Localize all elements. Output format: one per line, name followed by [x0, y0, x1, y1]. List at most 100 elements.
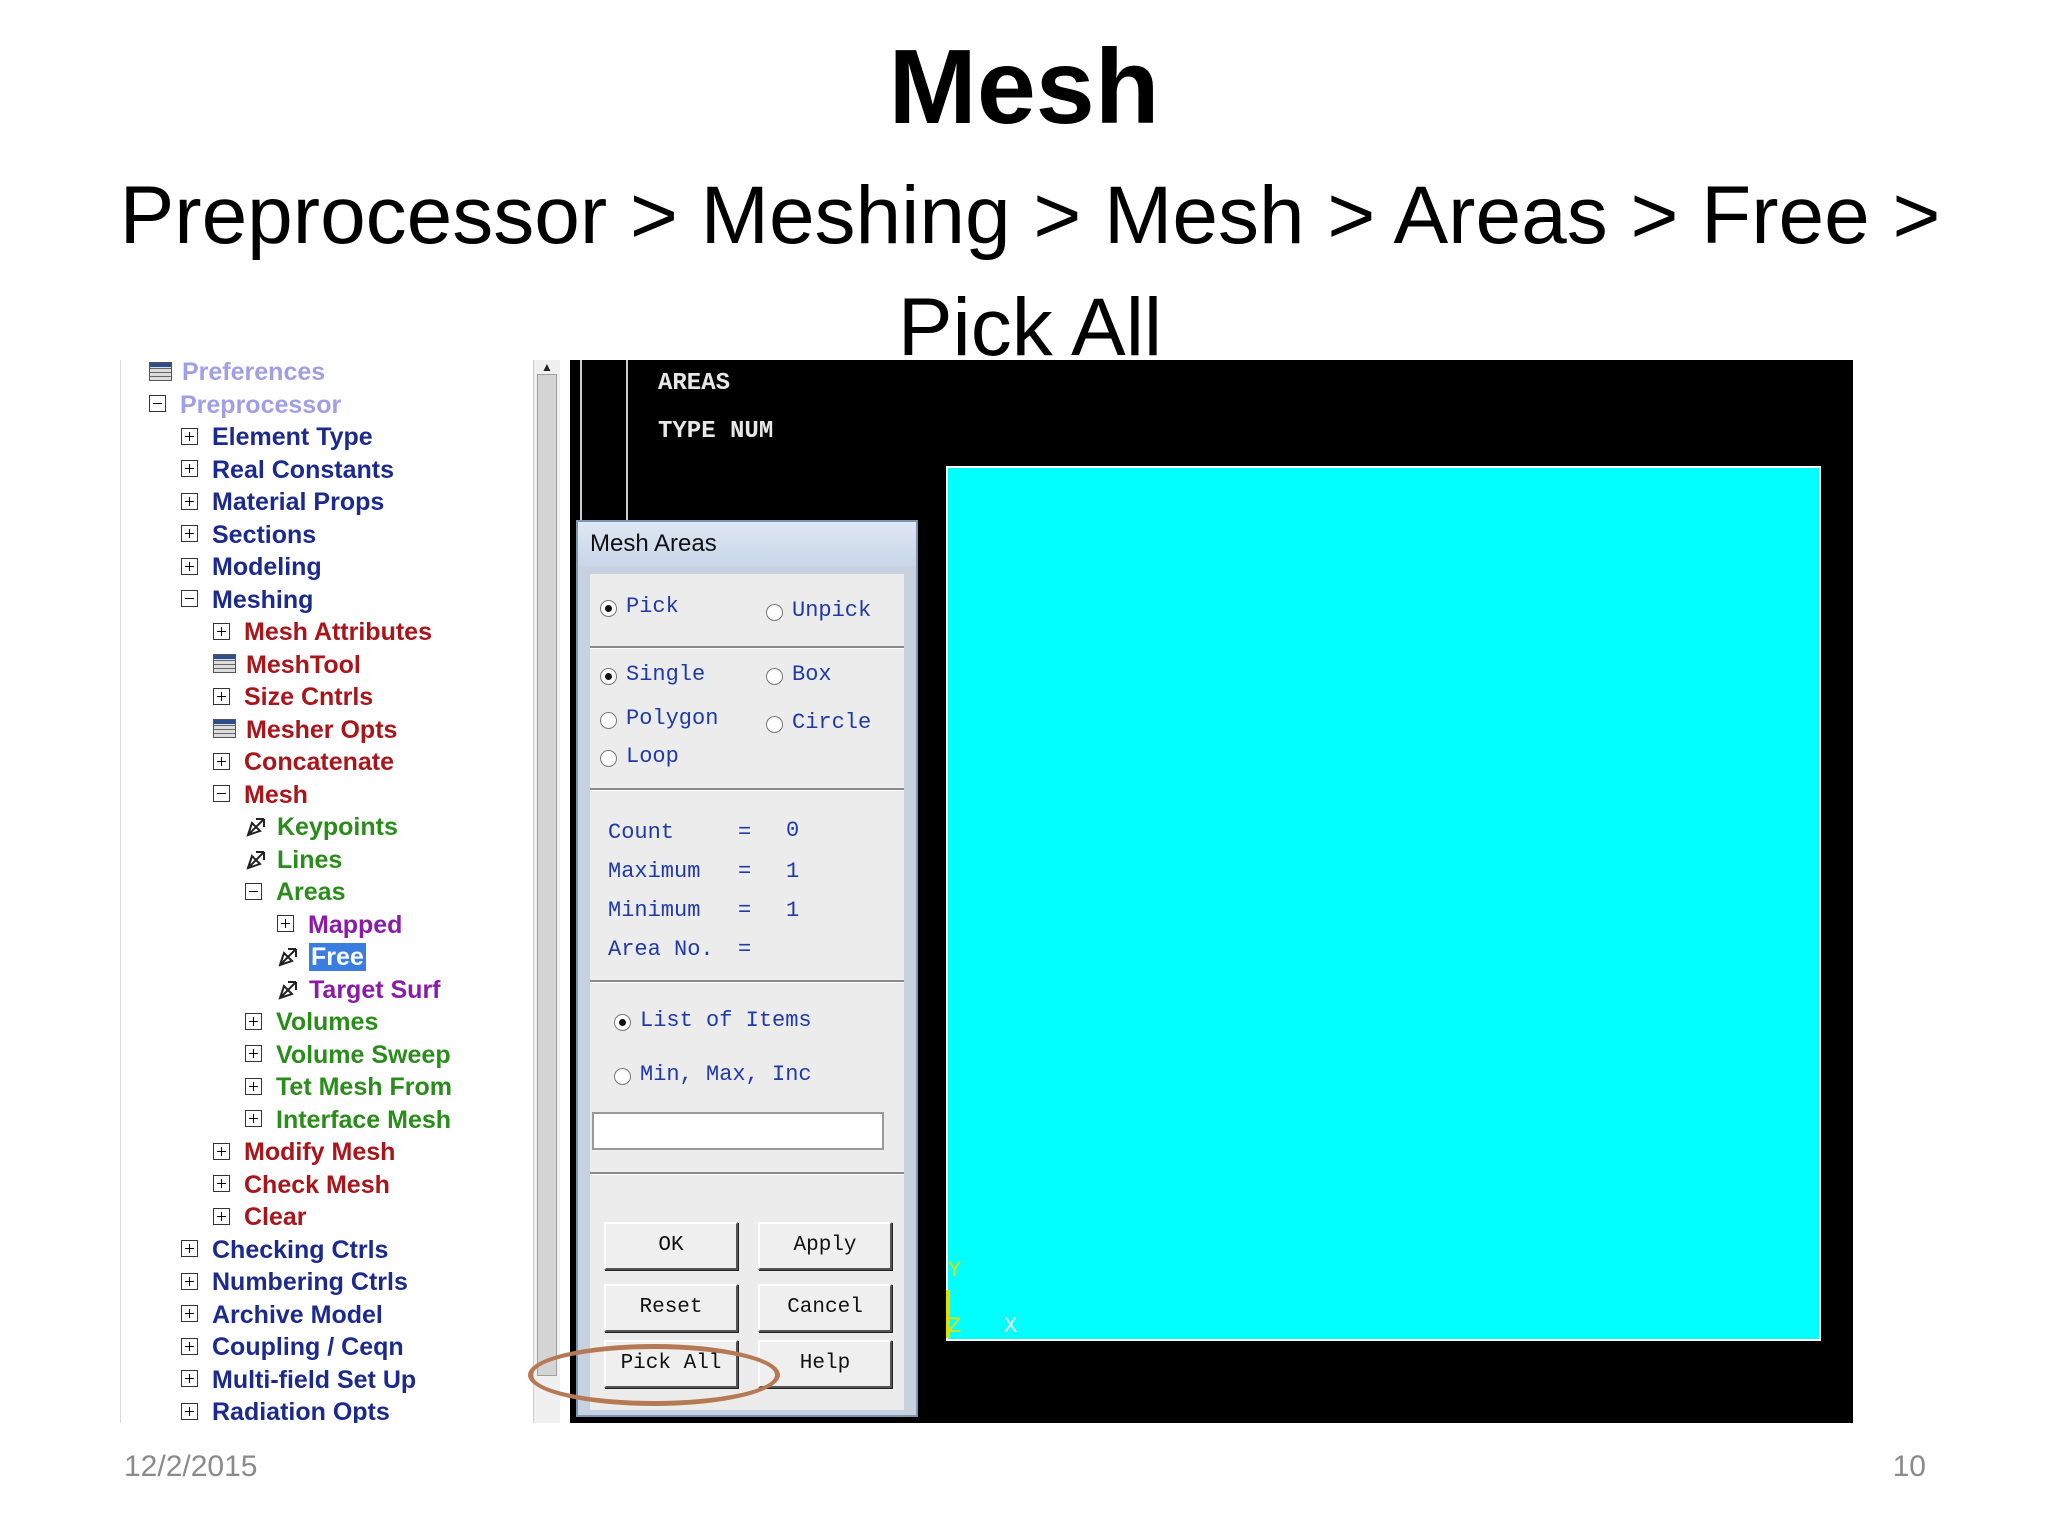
- tree-item[interactable]: MeshTool: [213, 649, 361, 681]
- area-plot[interactable]: [946, 466, 1821, 1341]
- tree-item[interactable]: Volumes: [245, 1006, 378, 1038]
- unpick-label[interactable]: Unpick: [792, 598, 871, 623]
- plus-box-icon[interactable]: [181, 1402, 198, 1420]
- ok-button[interactable]: OK: [604, 1222, 738, 1270]
- single-label[interactable]: Single: [626, 662, 705, 687]
- polygon-label[interactable]: Polygon: [626, 706, 718, 731]
- min-max-inc-label[interactable]: Min, Max, Inc: [640, 1062, 812, 1087]
- tree-item[interactable]: Modeling: [181, 551, 322, 583]
- tree-item[interactable]: Free: [277, 941, 366, 973]
- plus-box-icon[interactable]: [181, 1240, 198, 1258]
- plus-box-icon[interactable]: [213, 1175, 230, 1193]
- scrollbar-thumb[interactable]: [537, 374, 557, 1376]
- tree-item[interactable]: Target Surf: [277, 974, 441, 1006]
- circle-radio[interactable]: [766, 716, 783, 733]
- plus-box-icon[interactable]: [181, 525, 198, 543]
- tree-item[interactable]: Lines: [245, 844, 342, 876]
- plus-box-icon[interactable]: [181, 492, 198, 510]
- tool-icon[interactable]: [213, 654, 236, 674]
- tree-item[interactable]: Archive Model: [181, 1299, 383, 1331]
- apply-button[interactable]: Apply: [758, 1222, 892, 1270]
- tree-item[interactable]: Interface Mesh: [245, 1104, 451, 1136]
- pick-label[interactable]: Pick: [626, 594, 679, 619]
- box-radio[interactable]: [766, 668, 783, 685]
- plus-box-icon[interactable]: [245, 1045, 262, 1063]
- reset-button[interactable]: Reset: [604, 1284, 738, 1332]
- tree-item[interactable]: Clear: [213, 1201, 307, 1233]
- plus-box-icon[interactable]: [245, 1110, 262, 1128]
- minus-box-icon[interactable]: [245, 882, 262, 900]
- tree-item[interactable]: Check Mesh: [213, 1169, 390, 1201]
- minus-box-icon[interactable]: [213, 785, 230, 803]
- help-button[interactable]: Help: [758, 1340, 892, 1388]
- tree-item[interactable]: Material Props: [181, 486, 384, 518]
- pick-arrow-icon[interactable]: [277, 977, 301, 1001]
- pick-arrow-icon[interactable]: [245, 814, 269, 838]
- pick-arrow-icon[interactable]: [277, 944, 301, 968]
- box-label[interactable]: Box: [792, 662, 832, 687]
- loop-radio[interactable]: [600, 750, 617, 767]
- plus-box-icon[interactable]: [213, 687, 230, 705]
- tree-item[interactable]: Preprocessor: [149, 389, 341, 421]
- tree-item[interactable]: Preferences: [149, 360, 325, 388]
- plus-box-icon[interactable]: [181, 557, 198, 575]
- tree-item[interactable]: Meshing: [181, 584, 313, 616]
- tree-item[interactable]: Radiation Opts: [181, 1396, 390, 1423]
- graphics-window-edge: [580, 360, 628, 520]
- cancel-button[interactable]: Cancel: [758, 1284, 892, 1332]
- plus-box-icon[interactable]: [213, 1142, 230, 1160]
- tree-item-label: Material Props: [212, 488, 385, 516]
- tree-item[interactable]: Sections: [181, 519, 316, 551]
- pick-radio[interactable]: [600, 600, 617, 617]
- tree-item[interactable]: Keypoints: [245, 811, 398, 843]
- tool-icon[interactable]: [213, 719, 236, 739]
- scroll-up-icon[interactable]: ▲: [541, 360, 553, 374]
- tree-item[interactable]: Volume Sweep: [245, 1039, 451, 1071]
- list-of-items-radio[interactable]: [614, 1014, 631, 1031]
- tree-item[interactable]: Numbering Ctrls: [181, 1266, 408, 1298]
- count-label: Count: [608, 820, 675, 845]
- tree-item[interactable]: Tet Mesh From: [245, 1071, 452, 1103]
- plus-box-icon[interactable]: [181, 427, 198, 445]
- main-menu-tree: Preferences Preprocessor Element Type Real …: [120, 360, 579, 1423]
- plus-box-icon[interactable]: [213, 1207, 230, 1225]
- polygon-radio[interactable]: [600, 712, 617, 729]
- tree-item[interactable]: Modify Mesh: [213, 1136, 395, 1168]
- tree-item[interactable]: Size Cntrls: [213, 681, 373, 713]
- plus-box-icon[interactable]: [245, 1077, 262, 1095]
- tree-item[interactable]: Areas: [245, 876, 346, 908]
- loop-label[interactable]: Loop: [626, 744, 679, 769]
- single-radio[interactable]: [600, 668, 617, 685]
- plus-box-icon[interactable]: [181, 460, 198, 478]
- pick-input[interactable]: [592, 1112, 884, 1150]
- plus-box-icon[interactable]: [181, 1370, 198, 1388]
- tree-item[interactable]: Concatenate: [213, 746, 394, 778]
- plus-box-icon[interactable]: [181, 1272, 198, 1290]
- pick-arrow-icon[interactable]: [245, 847, 269, 871]
- unpick-radio[interactable]: [766, 604, 783, 621]
- plus-box-icon[interactable]: [181, 1337, 198, 1355]
- plus-box-icon[interactable]: [213, 622, 230, 640]
- minus-box-icon[interactable]: [181, 590, 198, 608]
- tree-scrollbar[interactable]: ▲: [533, 360, 560, 1423]
- tree-item[interactable]: Mesh Attributes: [213, 616, 432, 648]
- min-max-inc-radio[interactable]: [614, 1068, 631, 1085]
- tool-icon[interactable]: [149, 361, 172, 381]
- list-of-items-label[interactable]: List of Items: [640, 1008, 812, 1033]
- tree-item[interactable]: Mapped: [277, 909, 402, 941]
- tree-item[interactable]: Mesher Opts: [213, 714, 397, 746]
- tree-item[interactable]: Mesh: [213, 779, 308, 811]
- tree-item[interactable]: Checking Ctrls: [181, 1234, 388, 1266]
- plus-box-icon[interactable]: [213, 752, 230, 770]
- tree-item[interactable]: Coupling / Ceqn: [181, 1331, 404, 1363]
- plus-box-icon[interactable]: [277, 915, 294, 933]
- circle-label[interactable]: Circle: [792, 710, 871, 735]
- minus-box-icon[interactable]: [149, 395, 166, 413]
- pick-all-button[interactable]: Pick All: [604, 1340, 738, 1388]
- tree-item[interactable]: Real Constants: [181, 454, 394, 486]
- tree-item[interactable]: Element Type: [181, 421, 373, 453]
- tree-item[interactable]: Multi-field Set Up: [181, 1364, 416, 1396]
- plus-box-icon[interactable]: [245, 1012, 262, 1030]
- plus-box-icon[interactable]: [181, 1305, 198, 1323]
- tree-item-label: Numbering Ctrls: [212, 1268, 408, 1296]
